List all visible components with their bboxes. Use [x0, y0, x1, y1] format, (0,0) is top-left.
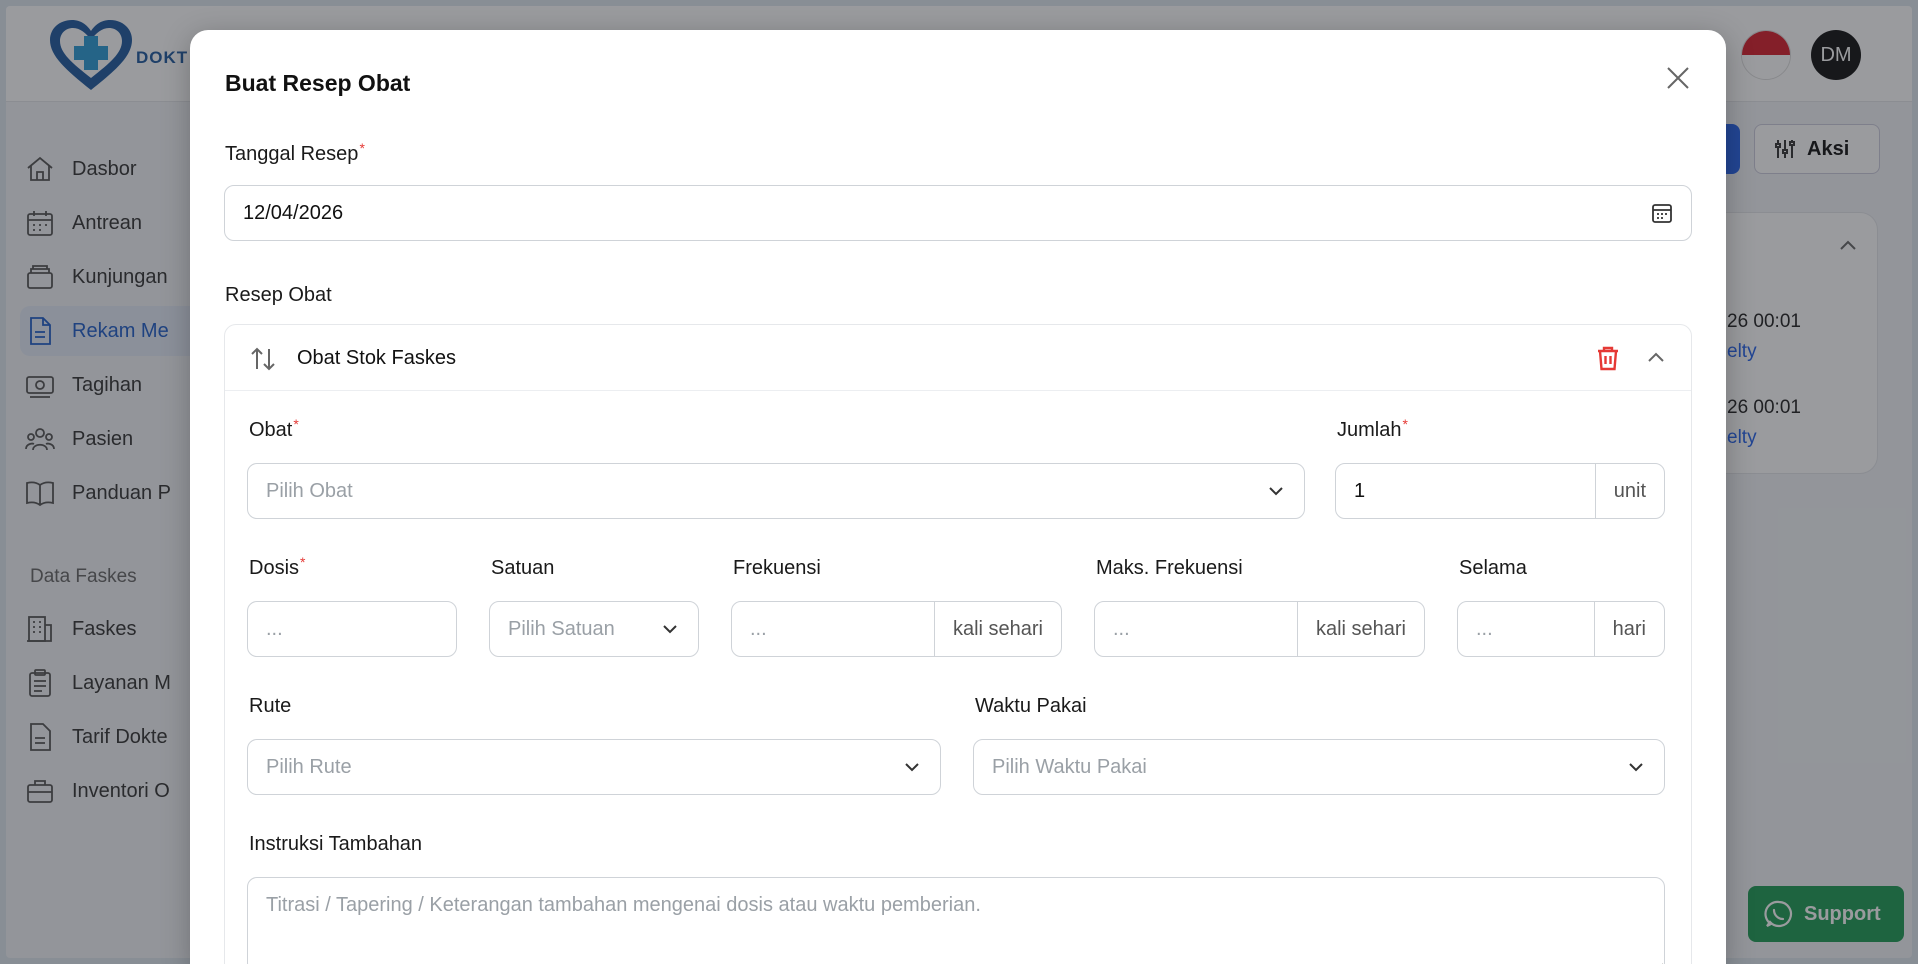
selama-input[interactable]: [1458, 602, 1594, 656]
waktu-pakai-select[interactable]: Pilih Waktu Pakai: [973, 739, 1665, 795]
selama-label: Selama: [1459, 557, 1527, 579]
jumlah-field[interactable]: unit: [1335, 463, 1665, 519]
frekuensi-label: Frekuensi: [733, 557, 821, 579]
maks-frekuensi-unit: kali sehari: [1296, 602, 1424, 656]
tanggal-resep-input[interactable]: [225, 186, 1651, 240]
dosis-label: Dosis*: [249, 554, 306, 579]
modal-title: Buat Resep Obat: [225, 70, 411, 96]
frekuensi-unit: kali sehari: [933, 602, 1061, 656]
waktu-pakai-label: Waktu Pakai: [975, 695, 1087, 717]
dosis-field[interactable]: [247, 601, 457, 657]
maks-frekuensi-field[interactable]: kali sehari: [1094, 601, 1425, 657]
trash-icon[interactable]: [1593, 343, 1623, 373]
maks-frekuensi-input[interactable]: [1095, 602, 1297, 656]
obat-select[interactable]: Pilih Obat: [247, 463, 1305, 519]
selama-field[interactable]: hari: [1457, 601, 1665, 657]
frekuensi-field[interactable]: kali sehari: [731, 601, 1062, 657]
close-button[interactable]: [1658, 58, 1698, 98]
chevron-down-icon: [663, 625, 677, 634]
create-prescription-modal: Buat Resep Obat Tanggal Resep* Resep Oba…: [190, 30, 1726, 964]
section-title: Obat Stok Faskes: [297, 347, 456, 369]
satuan-placeholder: Pilih Satuan: [508, 617, 615, 640]
maks-frekuensi-label: Maks. Frekuensi: [1096, 557, 1243, 579]
obat-placeholder: Pilih Obat: [266, 479, 353, 502]
chevron-up-icon[interactable]: [1643, 345, 1669, 371]
dosis-input[interactable]: [248, 602, 456, 656]
instruksi-textarea[interactable]: [247, 877, 1665, 964]
chevron-down-icon: [905, 763, 919, 772]
satuan-select[interactable]: Pilih Satuan: [489, 601, 699, 657]
obat-label: Obat*: [249, 416, 299, 441]
chevron-down-icon: [1269, 487, 1283, 496]
jumlah-label: Jumlah*: [1337, 416, 1408, 441]
resep-obat-label: Resep Obat: [225, 284, 332, 306]
tanggal-resep-label: Tanggal Resep*: [225, 140, 365, 165]
selama-unit: hari: [1593, 602, 1664, 656]
close-icon: [1667, 67, 1689, 89]
instruksi-label: Instruksi Tambahan: [249, 833, 423, 855]
frekuensi-input[interactable]: [732, 602, 934, 656]
calendar-icon[interactable]: [1651, 202, 1673, 224]
chevron-down-icon: [1629, 763, 1643, 772]
jumlah-unit: unit: [1594, 464, 1664, 518]
sort-icon[interactable]: [249, 345, 277, 373]
section-header[interactable]: Obat Stok Faskes: [225, 325, 1691, 391]
rute-label: Rute: [249, 695, 292, 717]
satuan-label: Satuan: [491, 557, 555, 579]
rute-placeholder: Pilih Rute: [266, 755, 352, 778]
waktu-pakai-placeholder: Pilih Waktu Pakai: [992, 755, 1147, 778]
medicine-section-card: Obat Stok Faskes Obat* Pilih Obat Jumlah…: [224, 324, 1692, 964]
jumlah-input[interactable]: [1336, 464, 1595, 518]
rute-select[interactable]: Pilih Rute: [247, 739, 941, 795]
tanggal-resep-field[interactable]: [224, 185, 1692, 241]
